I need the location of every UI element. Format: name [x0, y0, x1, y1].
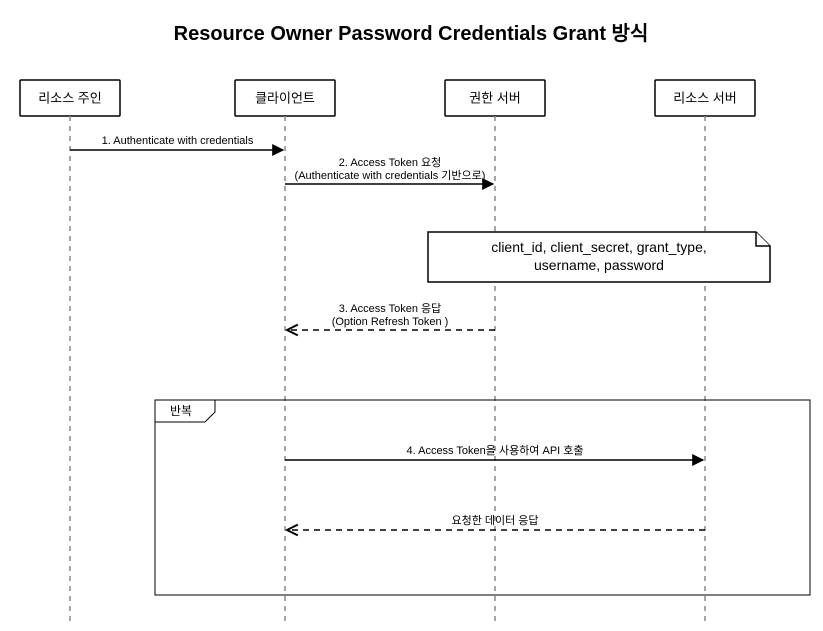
note-line1: client_id, client_secret, grant_type, — [491, 239, 707, 255]
actor-client-label: 클라이언트 — [255, 90, 315, 105]
msg-5-data-response: 요청한 데이터 응답 — [287, 514, 705, 530]
note-line2: username, password — [534, 257, 664, 273]
msg-1-label: 1. Authenticate with credentials — [102, 135, 254, 147]
msg-3-token-response: 3. Access Token 응답 (Option Refresh Token… — [287, 302, 495, 330]
msg-3-label-line2: (Option Refresh Token ) — [332, 316, 449, 328]
msg-4-api-call: 4. Access Token을 사용하여 API 호출 — [285, 443, 703, 460]
msg-2-token-request: 2. Access Token 요청 (Authenticate with cr… — [285, 156, 493, 184]
loop-frame-label: 반복 — [170, 404, 192, 418]
msg-5-label: 요청한 데이터 응답 — [451, 514, 538, 527]
msg-2-label-line1: 2. Access Token 요청 — [339, 156, 442, 169]
sequence-diagram: Resource Owner Password Credentials Gran… — [0, 0, 823, 631]
actor-client: 클라이언트 — [235, 80, 335, 625]
actor-owner: 리소스 주인 — [20, 80, 120, 625]
actor-resource-label: 리소스 서버 — [673, 90, 736, 105]
msg-3-label-line1: 3. Access Token 응답 — [339, 302, 442, 315]
actor-auth-label: 권한 서버 — [469, 90, 520, 105]
actor-auth: 권한 서버 — [445, 80, 545, 625]
actor-resource: 리소스 서버 — [655, 80, 755, 625]
msg-2-label-line2: (Authenticate with credentials 기반으로) — [295, 169, 486, 182]
note-token-params: client_id, client_secret, grant_type, us… — [428, 232, 770, 282]
actor-owner-label: 리소스 주인 — [38, 90, 101, 105]
msg-4-label: 4. Access Token을 사용하여 API 호출 — [406, 443, 583, 457]
loop-frame: 반복 — [155, 400, 810, 595]
diagram-title: Resource Owner Password Credentials Gran… — [174, 22, 649, 45]
msg-1-authenticate: 1. Authenticate with credentials — [70, 135, 283, 150]
